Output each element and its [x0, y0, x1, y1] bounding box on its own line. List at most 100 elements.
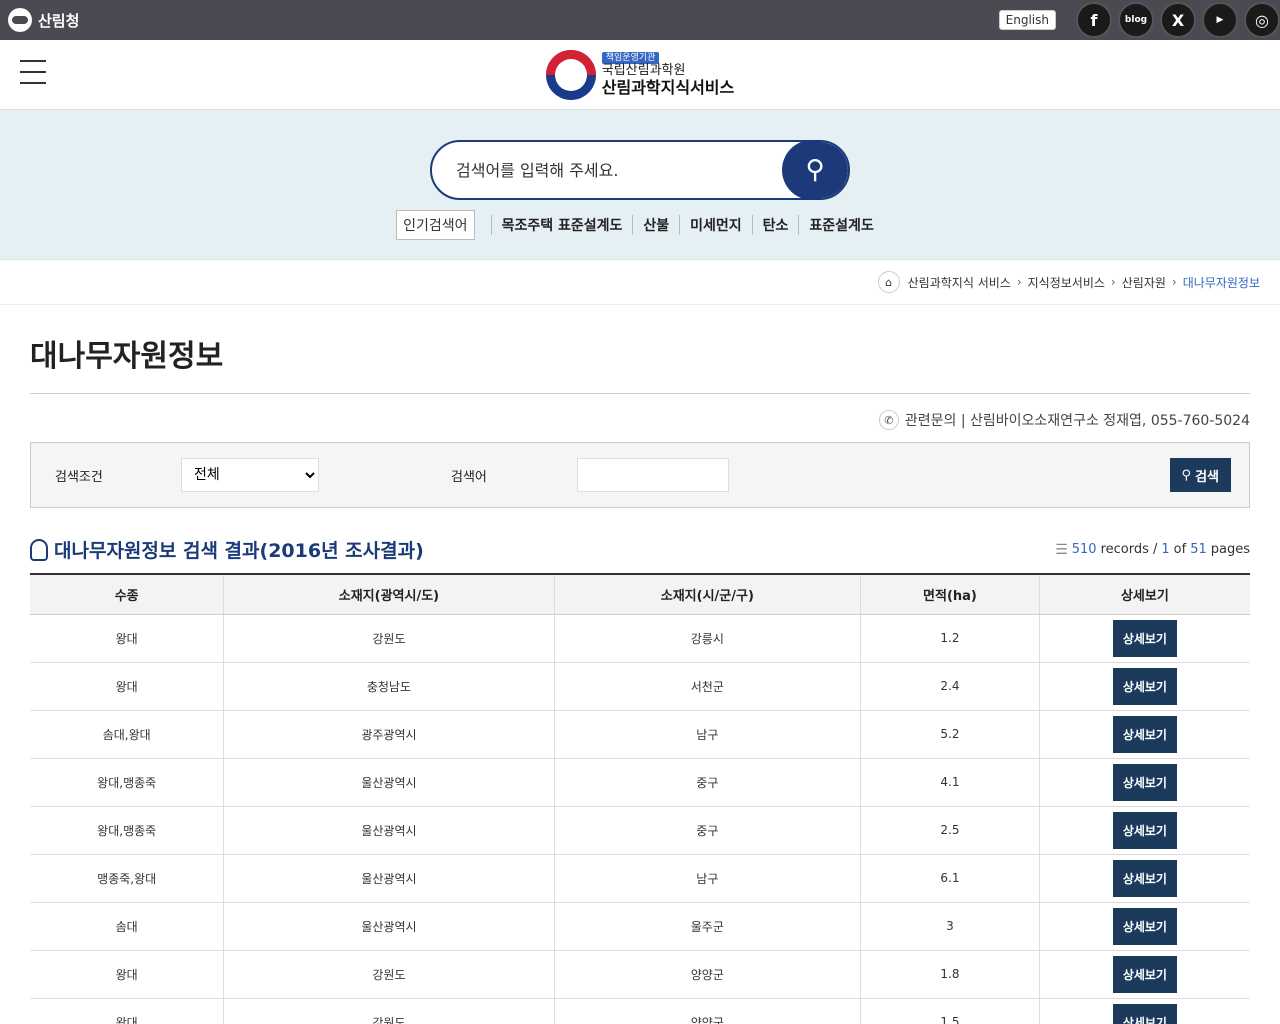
stack-icon: ☰ [1055, 541, 1068, 558]
table-cell: 2.5 [860, 806, 1040, 855]
table-row: 솜대,왕대 광주광역시 남구 5.2 상세보기 [30, 710, 1250, 759]
chevron-right-icon: › [1171, 275, 1177, 289]
brand-main: 산림과학지식서비스 [601, 77, 735, 97]
keyword-link[interactable]: 목조주택 표준설계도 [490, 215, 633, 235]
table-cell: 서천군 [553, 662, 861, 711]
keyword-link[interactable]: 산불 [632, 215, 679, 235]
org-name: 산림청 [38, 11, 80, 30]
condition-select[interactable]: 전체 [181, 458, 319, 492]
search-hero: ⚲ 인기검색어 목조주택 표준설계도 산불 미세먼지 탄소 표준설계도 [0, 110, 1280, 260]
detail-button[interactable]: 상세보기 [1112, 859, 1177, 897]
table-cell: 울산광역시 [223, 854, 555, 903]
current-page: 1 [1161, 542, 1170, 557]
facebook-icon[interactable]: f [1076, 2, 1112, 38]
table-cell: 상세보기 [1038, 902, 1250, 951]
condition-label: 검색조건 [55, 469, 103, 485]
table-cell: 4.1 [860, 758, 1040, 807]
table-cell: 왕대 [30, 614, 224, 663]
popular-keywords: 인기검색어 목조주택 표준설계도 산불 미세먼지 탄소 표준설계도 [396, 210, 884, 240]
table-cell: 상세보기 [1038, 854, 1250, 903]
search-button[interactable]: ⚲ 검색 [1169, 458, 1231, 492]
detail-button[interactable]: 상세보기 [1112, 763, 1177, 801]
table-row: 왕대,맹종죽 울산광역시 중구 4.1 상세보기 [30, 758, 1250, 807]
search-button-label: 검색 [1195, 469, 1219, 485]
table-cell: 충청남도 [223, 662, 555, 711]
contact-text: 관련문의 | 산림바이오소재연구소 정재엽, 055-760-5024 [904, 413, 1250, 429]
phone-icon: ✆ [878, 410, 899, 430]
keyword-link[interactable]: 미세먼지 [679, 215, 752, 235]
table-cell: 1.5 [860, 998, 1040, 1024]
search-icon[interactable]: ⚲ [782, 142, 848, 198]
column-header: 소재지(시/군/구) [553, 573, 861, 615]
table-row: 맹종죽,왕대 울산광역시 남구 6.1 상세보기 [30, 854, 1250, 903]
table-cell: 강원도 [223, 614, 555, 663]
table-body: 왕대 강원도 강릉시 1.2 상세보기 왕대 충청남도 서천군 2.4 상세보기 솜대,왕대 광주광역… [30, 614, 1250, 1024]
detail-button[interactable]: 상세보기 [1112, 667, 1177, 705]
records-label: records / [1100, 542, 1158, 557]
keyword-input[interactable] [577, 458, 729, 492]
detail-button[interactable]: 상세보기 [1112, 811, 1177, 849]
record-count: ☰ 510 records / 1 of 51 pages [1055, 542, 1250, 558]
detail-button[interactable]: 상세보기 [1112, 715, 1177, 753]
table-cell: 상세보기 [1038, 806, 1250, 855]
result-header: 대나무자원정보 검색 결과(2016년 조사결과) ☰ 510 records … [30, 536, 1250, 563]
of-label: of [1173, 542, 1187, 557]
page-title: 대나무자원정보 [30, 305, 1250, 394]
keyword-link[interactable]: 탄소 [751, 215, 799, 235]
detail-button[interactable]: 상세보기 [1112, 955, 1177, 993]
table-cell: 강원도 [223, 998, 555, 1024]
breadcrumb-item[interactable]: 지식정보서비스 [1028, 274, 1105, 291]
brand-sub: 국립산림과학원 [601, 63, 686, 78]
blog-icon[interactable]: blog [1118, 2, 1154, 38]
x-icon[interactable]: X [1160, 2, 1196, 38]
table-cell: 상세보기 [1038, 998, 1250, 1024]
gov-logo[interactable]: 산림청 [8, 8, 79, 32]
detail-button[interactable]: 상세보기 [1112, 619, 1177, 657]
instagram-icon[interactable]: ◎ [1244, 2, 1280, 38]
table-cell: 울산광역시 [223, 758, 555, 807]
table-cell: 상세보기 [1038, 710, 1250, 759]
site-logo[interactable]: 책임운영기관 국립산림과학원 산림과학지식서비스 [545, 49, 735, 100]
column-header: 면적(ha) [860, 573, 1040, 615]
detail-button[interactable]: 상세보기 [1112, 1003, 1177, 1024]
column-header: 상세보기 [1038, 573, 1250, 615]
total-pages: 51 [1190, 542, 1207, 557]
table-cell: 맹종죽,왕대 [30, 854, 224, 903]
bulb-icon [30, 538, 48, 561]
result-title-text: 대나무자원정보 검색 결과(2016년 조사결과) [54, 540, 424, 562]
search-box: ⚲ [430, 140, 850, 200]
table-cell: 상세보기 [1038, 662, 1250, 711]
table-cell: 왕대 [30, 950, 224, 999]
table-cell: 왕대 [30, 998, 224, 1024]
youtube-icon[interactable]: ▶ [1202, 2, 1238, 38]
table-row: 왕대 강원도 강릉시 1.2 상세보기 [30, 614, 1250, 663]
keyword-link[interactable]: 표준설계도 [798, 215, 883, 235]
pages-label: pages [1210, 542, 1250, 557]
search-filter: 검색조건 전체 검색어 ⚲ 검색 [30, 442, 1250, 508]
table-cell: 3 [860, 902, 1040, 951]
table-row: 왕대 강원도 양양군 1.5 상세보기 [30, 998, 1250, 1024]
detail-button[interactable]: 상세보기 [1112, 907, 1177, 945]
table-cell: 상세보기 [1038, 758, 1250, 807]
table-cell: 왕대,맹종죽 [30, 758, 224, 807]
breadcrumb-item[interactable]: 산림과학지식 서비스 [908, 274, 1011, 291]
breadcrumb-item[interactable]: 산림자원 [1122, 274, 1166, 291]
table-cell: 양양군 [553, 998, 861, 1024]
search-input[interactable] [432, 160, 782, 180]
column-header: 수종 [30, 573, 224, 615]
table-cell: 강원도 [223, 950, 555, 999]
table-cell: 강릉시 [553, 614, 861, 663]
english-link[interactable]: English [998, 10, 1056, 30]
menu-icon[interactable] [20, 60, 46, 84]
table-header-row: 수종 소재지(광역시/도) 소재지(시/군/구) 면적(ha) 상세보기 [30, 573, 1250, 615]
table-cell: 6.1 [860, 854, 1040, 903]
table-cell: 왕대,맹종죽 [30, 806, 224, 855]
table-cell: 상세보기 [1038, 950, 1250, 999]
home-icon[interactable]: ⌂ [877, 271, 900, 293]
table-cell: 솜대 [30, 902, 224, 951]
table-cell: 1.2 [860, 614, 1040, 663]
result-title: 대나무자원정보 검색 결과(2016년 조사결과) [30, 536, 424, 563]
table-cell: 중구 [553, 758, 861, 807]
main-content: 대나무자원정보 ✆ 관련문의 | 산림바이오소재연구소 정재엽, 055-760… [0, 305, 1280, 1024]
contact-info: ✆ 관련문의 | 산림바이오소재연구소 정재엽, 055-760-5024 [30, 394, 1250, 442]
